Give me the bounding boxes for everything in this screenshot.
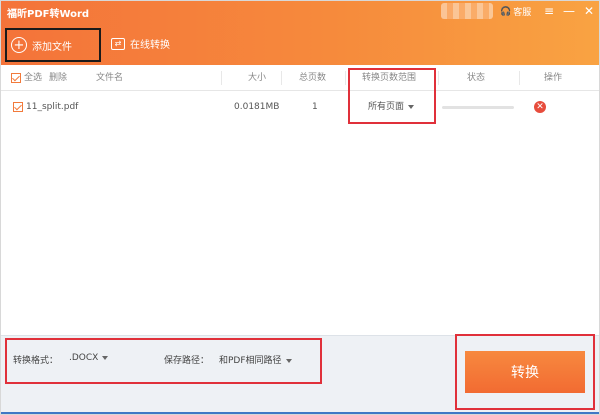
checkbox-icon [11,72,21,83]
plus-circle-icon: + [11,37,27,53]
window-title: 福昕PDF转Word [7,9,90,20]
checkbox-icon [13,101,23,112]
swap-icon: ⇄ [111,37,125,50]
convert-button[interactable]: 转换 [465,351,585,393]
row-size: 0.0181MB [234,102,280,112]
column-divider [281,71,282,85]
col-total-pages: 总页数 [299,73,327,83]
table-row: 11_split.pdf 0.0181MB 1 所有页面 ✕ [1,93,599,121]
blurred-region [441,3,493,19]
delete-row-icon[interactable]: ✕ [534,101,546,113]
format-label: 转换格式： [13,356,59,366]
select-all-checkbox[interactable]: 全选 [11,65,42,91]
save-path-dropdown[interactable]: 和PDF相同路径 [219,353,292,366]
row-filename: 11_split.pdf [26,102,79,112]
format-dropdown[interactable]: .DOCX [69,353,109,363]
caret-down-icon [102,355,109,360]
online-convert-label: 在线转换 [130,40,170,51]
row-total-pages: 1 [312,102,318,112]
row-checkbox[interactable]: 11_split.pdf [13,93,78,121]
col-filename: 文件名 [96,73,124,83]
online-convert-button[interactable]: ⇄ 在线转换 [111,36,170,51]
save-path-label: 保存路径： [164,356,210,366]
add-file-label: 添加文件 [32,41,72,53]
column-divider [221,71,222,85]
title-bar: 福昕PDF转Word 🎧 客服 ≡ — ✕ + 添加文件 ⇄ 在线转换 [1,1,599,65]
format-value: .DOCX [69,353,99,363]
conversion-progress [442,106,514,109]
minimize-button[interactable]: — [561,4,577,18]
page-range-highlight [348,68,436,124]
select-all-label: 全选 [24,73,43,83]
column-divider [345,71,346,85]
column-divider [519,71,520,85]
headset-icon: 🎧 [500,6,512,17]
col-status: 状态 [467,73,486,83]
col-size: 大小 [248,73,267,83]
menu-button[interactable]: ≡ [541,4,557,18]
column-divider [438,71,439,85]
col-action: 操作 [544,73,563,83]
customer-service-label: 客服 [513,8,532,18]
close-button[interactable]: ✕ [581,4,597,18]
delete-link[interactable]: 删除 [49,65,67,91]
table-header: 全选 删除 文件名 大小 总页数 转换页数范围 状态 操作 [1,65,599,91]
caret-down-icon [285,358,292,363]
customer-service-button[interactable]: 🎧 客服 [500,5,532,19]
save-path-value: 和PDF相同路径 [219,356,282,366]
add-file-button[interactable]: + 添加文件 [5,28,101,62]
app-window: 福昕PDF转Word 🎧 客服 ≡ — ✕ + 添加文件 ⇄ 在线转换 全选 删… [0,0,600,415]
